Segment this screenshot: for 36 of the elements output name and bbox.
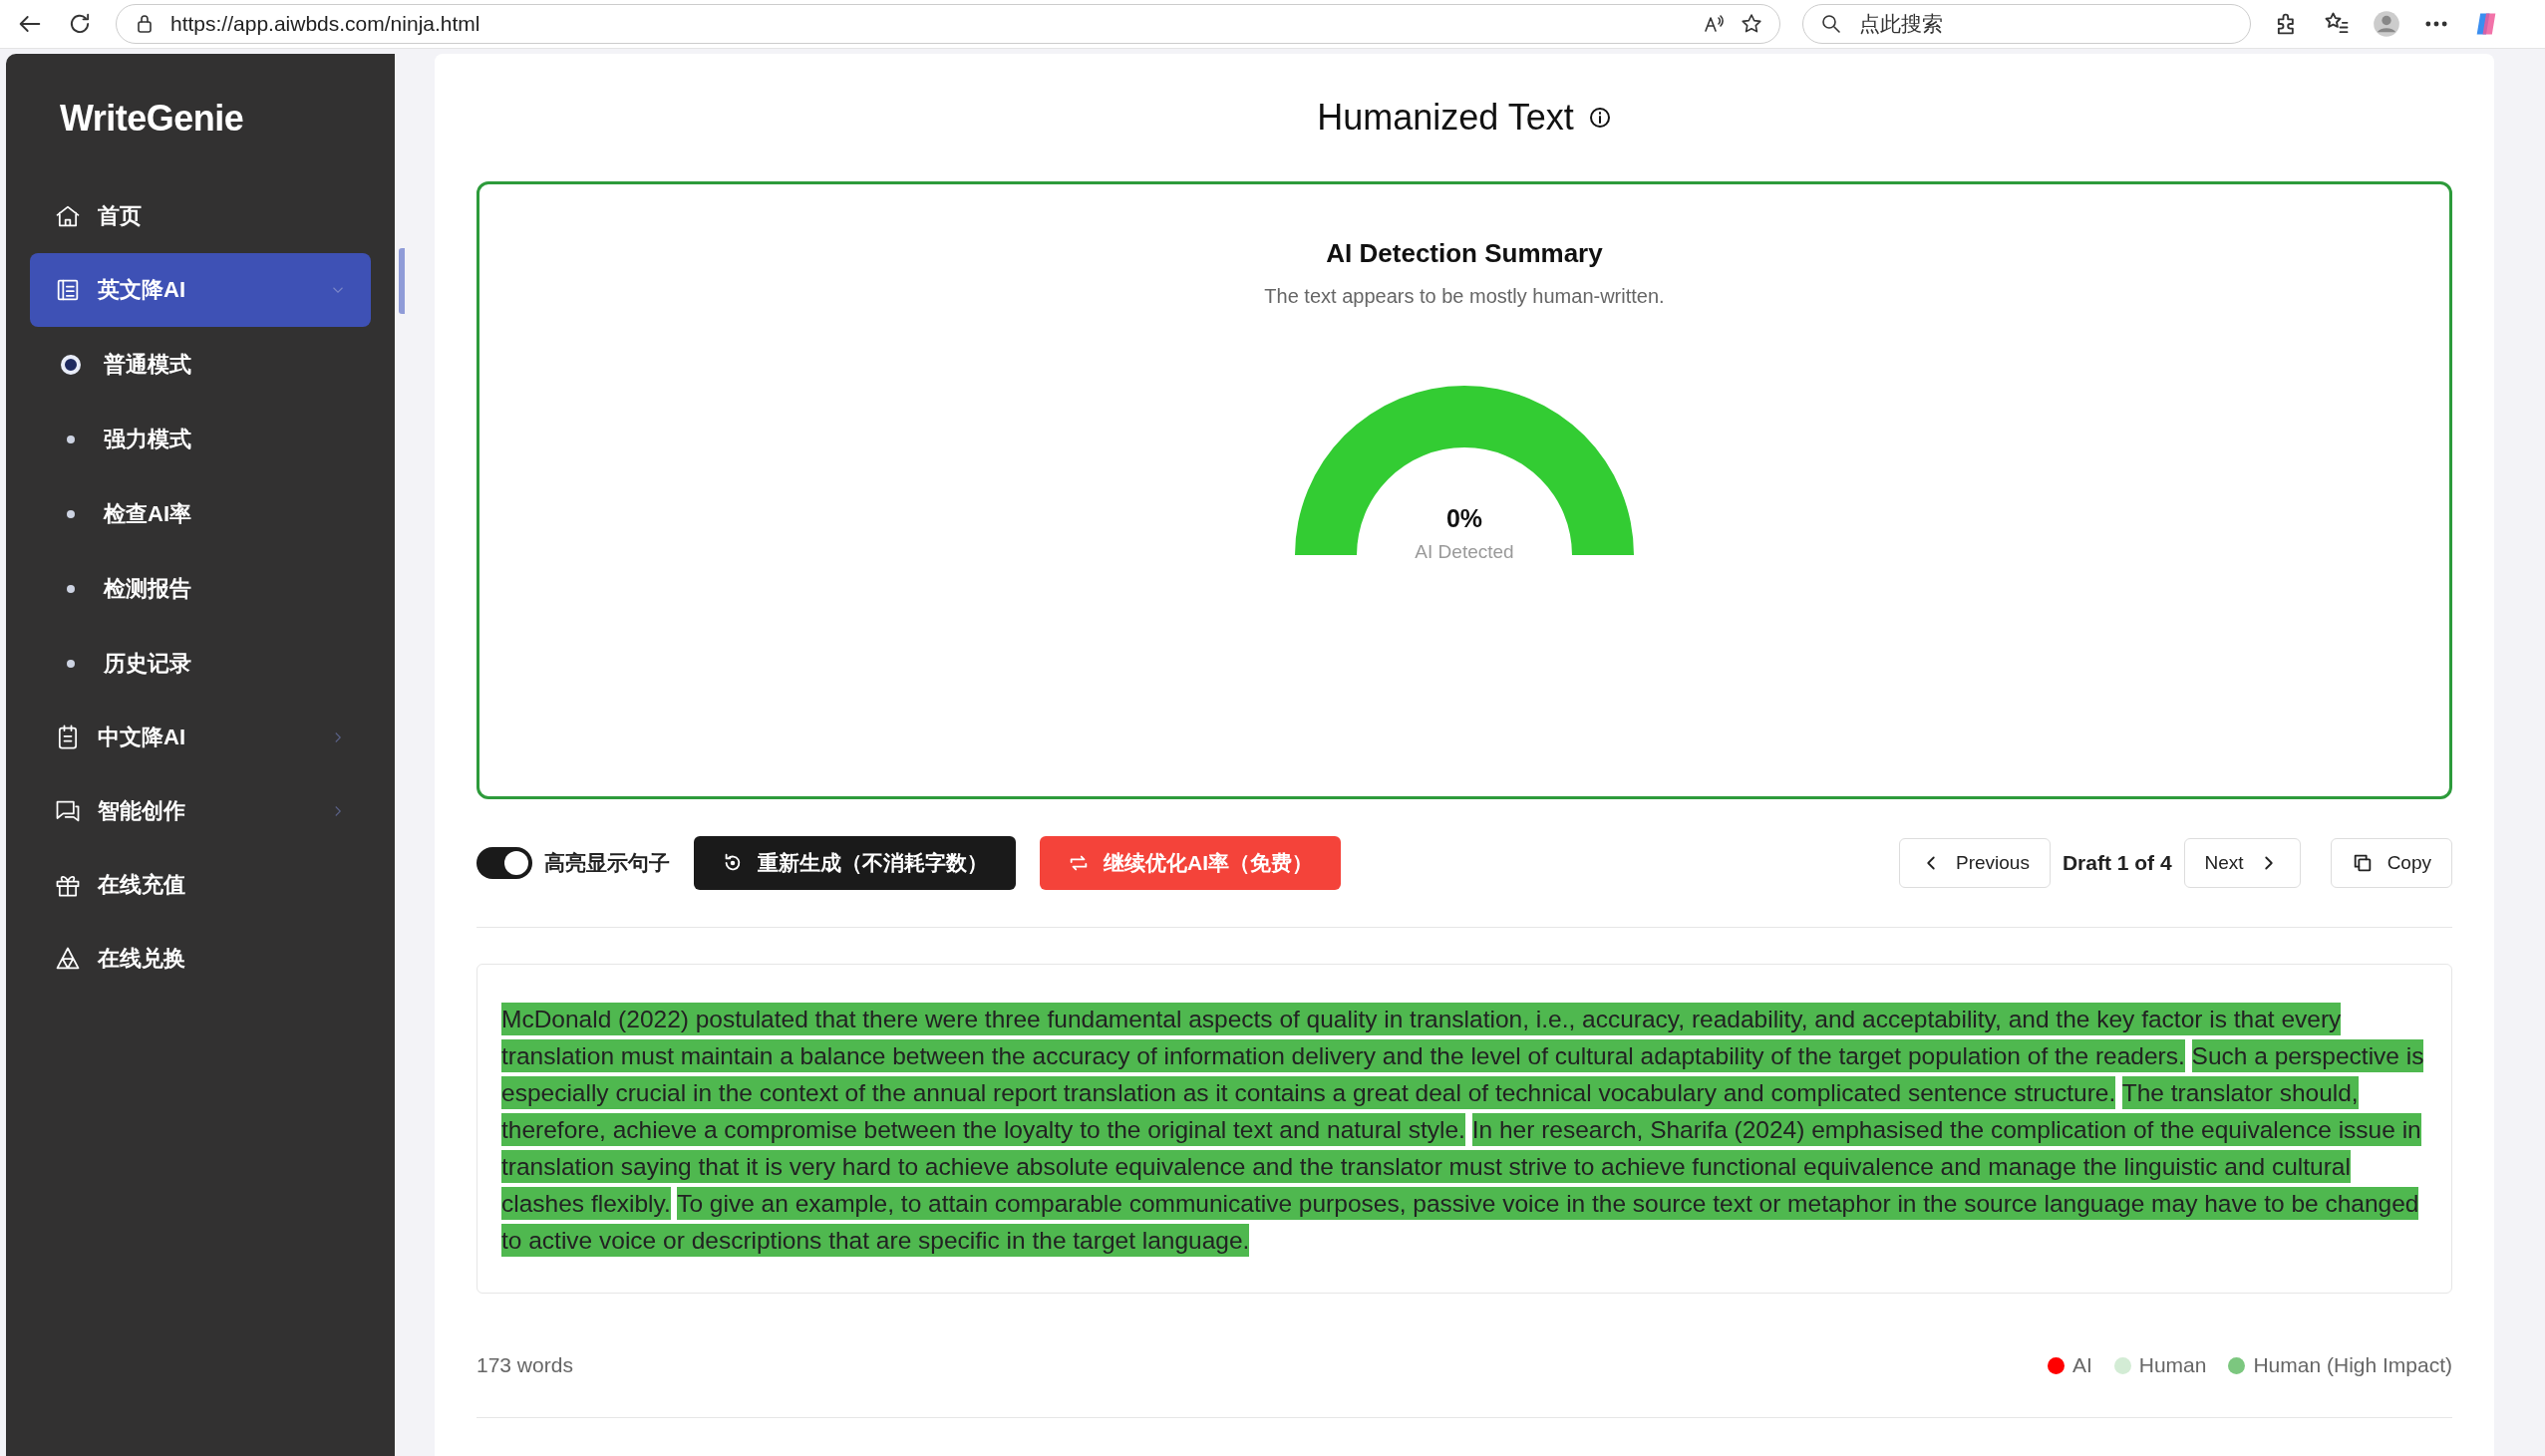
sidebar-item[interactable]: 智能创作	[30, 774, 371, 848]
word-count: 173 words	[477, 1353, 573, 1377]
gauge-label: AI Detected	[1415, 541, 1514, 563]
page-title: Humanized Text	[1317, 97, 1574, 139]
sidebar-subitem[interactable]: 普通模式	[30, 327, 371, 402]
sidebar-subitem[interactable]: 强力模式	[30, 402, 371, 476]
sidebar-item[interactable]: 在线兑换	[30, 922, 371, 996]
toggle-switch[interactable]	[477, 847, 532, 879]
highlight-toggle[interactable]: 高亮显示句子	[477, 847, 670, 879]
legend-label: Human (High Impact)	[2253, 1353, 2452, 1377]
search-input[interactable]: 点此搜索	[1857, 11, 2234, 37]
sidebar-subitem[interactable]: 历史记录	[30, 626, 371, 701]
summary-heading: AI Detection Summary	[1326, 238, 1603, 269]
summary-subtitle: The text appears to be mostly human-written.	[1264, 285, 1665, 308]
sidebar-item[interactable]: 在线充值	[30, 848, 371, 922]
sidebar-subitem[interactable]: 检测报告	[30, 551, 371, 626]
sidebar-subitem[interactable]: 检查AI率	[30, 476, 371, 551]
brand-logo: WriteGenie	[60, 98, 245, 140]
legend-label: Human	[2138, 1353, 2207, 1377]
draft-counter: Draft 1 of 4	[2062, 851, 2172, 875]
sidebar-item[interactable]: 首页	[30, 179, 371, 253]
search-icon	[1819, 12, 1843, 36]
toggle-label: 高亮显示句子	[544, 850, 670, 876]
copy-button[interactable]: Copy	[2330, 838, 2452, 888]
humanized-paragraph: McDonald (2022) postulated that there were three fundamental aspects of quality in translation, i.e., accuracy, readability, and acceptability, and the key factor is that every translation must maintain a balance between the accuracy of information delivery and the level of cultural adaptability of the target population of the readers. Such a perspective is especially crucial in the context of the annual report translation as it contains a great deal of technical vocabulary and complicated sentence structure. The translator should, therefore, achieve a compromise between the loyalty to the original text and natural style. In her research, Sharifa (2024) emphasised the complication of the equivalence issue in translation saying that it is very hard to achieve absolute equivalence and the translator must strive to achieve functional equivalence and manage the linguistic and cultural clashes flexibly. To give an example, to attain comparable communicative purposes, passive voice in the source text or metaphor in the source language may have to be changed to active voice or descriptions that are specific in the target language.	[501, 1001, 2429, 1259]
gauge-value: 0%	[1445, 504, 1483, 533]
optimize-button[interactable]: 继续优化AI率（免费）	[1040, 836, 1341, 890]
next-button[interactable]: Next	[2183, 838, 2301, 888]
sidebar-item[interactable]: 英文降AI	[30, 253, 371, 327]
previous-button[interactable]: Previous	[1898, 838, 2051, 888]
regenerate-button[interactable]: 重新生成（不消耗字数）	[694, 836, 1016, 890]
legend-label: AI	[2071, 1353, 2092, 1377]
profile-avatar-icon[interactable]	[2373, 10, 2400, 38]
sidebar-item[interactable]: 中文降AI	[30, 701, 371, 774]
url-text: https://app.aiwbds.com/ninja.html	[170, 12, 480, 36]
info-icon[interactable]	[1587, 106, 1612, 130]
